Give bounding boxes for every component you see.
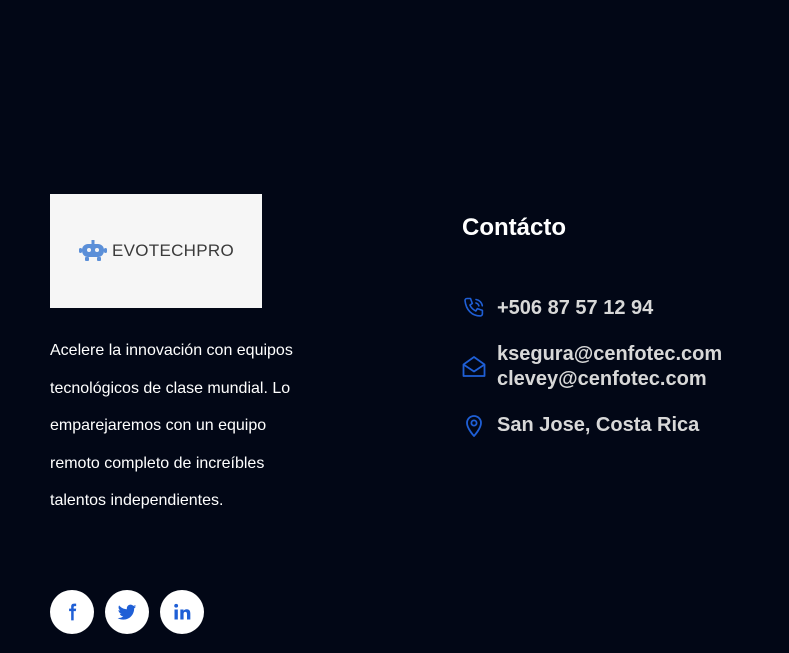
robot-icon xyxy=(78,240,107,261)
contact-title: Contácto xyxy=(462,214,566,241)
map-pin-icon xyxy=(461,412,487,438)
social-links xyxy=(50,590,204,634)
contact-email[interactable]: ksegura@cenfotec.com clevey@cenfotec.com xyxy=(461,342,722,392)
site-footer: EVOTECHPRO Acelere la innovación con equ… xyxy=(0,0,789,653)
facebook-button[interactable] xyxy=(50,590,94,634)
about-description: Acelere la innovación con equipos tecnol… xyxy=(50,342,293,510)
phone-number: +506 87 57 12 94 xyxy=(497,296,654,319)
email-list: ksegura@cenfotec.com clevey@cenfotec.com xyxy=(497,342,722,392)
logo-inner: EVOTECHPRO xyxy=(78,239,234,263)
facebook-icon xyxy=(69,603,77,621)
location-text: San Jose, Costa Rica xyxy=(497,413,700,436)
contact-location: San Jose, Costa Rica xyxy=(461,412,699,438)
twitter-button[interactable] xyxy=(105,590,149,634)
twitter-icon xyxy=(117,604,137,620)
logo-text: EVOTECHPRO xyxy=(111,241,235,260)
brand-logo[interactable]: EVOTECHPRO xyxy=(50,194,262,308)
linkedin-button[interactable] xyxy=(160,590,204,634)
contact-phone[interactable]: +506 87 57 12 94 xyxy=(461,295,653,321)
linkedin-icon xyxy=(174,603,191,620)
phone-icon xyxy=(461,295,487,321)
envelope-open-icon xyxy=(461,354,487,380)
email-address-1[interactable]: ksegura@cenfotec.com xyxy=(497,342,722,367)
email-address-2[interactable]: clevey@cenfotec.com xyxy=(497,367,722,392)
